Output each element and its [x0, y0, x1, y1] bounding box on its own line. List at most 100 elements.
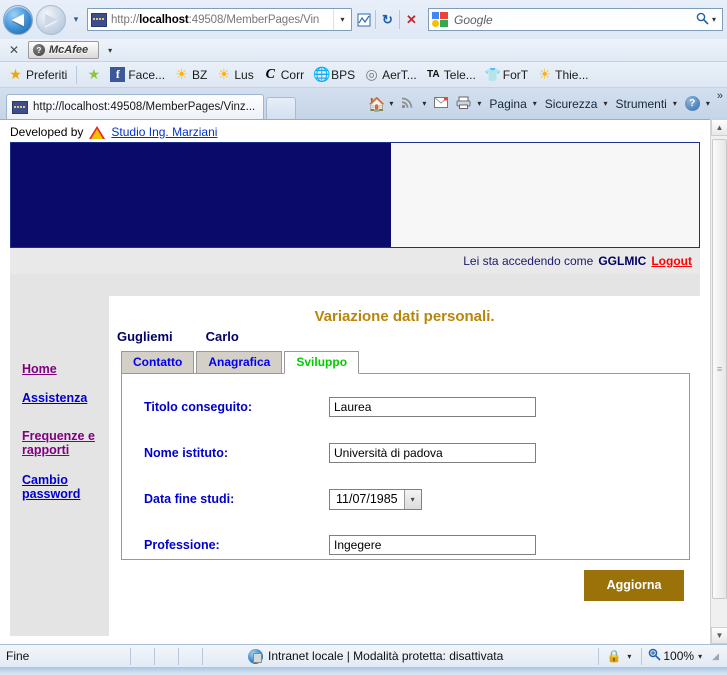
back-button[interactable]: ◀	[3, 4, 33, 35]
tools-menu-caret-icon[interactable]: ▾	[671, 99, 681, 108]
stop-button[interactable]: ✕	[400, 8, 423, 31]
window-resize-grip[interactable]: ◢	[708, 651, 719, 662]
tools-menu[interactable]: Strumenti	[612, 97, 669, 111]
sidebar-nav: Home Assistenza Frequenze e rapporti Cam…	[10, 274, 109, 636]
favorite-label: Face...	[128, 67, 166, 82]
tab-contatto[interactable]: Contatto	[121, 351, 195, 373]
page-body: Home Assistenza Frequenze e rapporti Cam…	[10, 274, 700, 636]
page-scrollbar-vertical[interactable]: ▲ ≡ ▼	[710, 119, 727, 644]
recent-pages-dropdown-icon[interactable]: ▾	[68, 14, 84, 25]
print-button[interactable]	[453, 96, 474, 111]
forward-button[interactable]: ▶	[36, 4, 66, 35]
favorite-item-thie[interactable]: ☀ Thie...	[534, 65, 591, 84]
favorite-item-aert[interactable]: ◎ AerT...	[361, 65, 420, 84]
address-bar[interactable]: http://localhost:49508/MemberPages/Vin ▾	[87, 8, 352, 31]
logout-link[interactable]: Logout	[651, 254, 692, 268]
mcafee-button[interactable]: ? McAfee	[28, 41, 100, 59]
status-cell	[154, 647, 178, 665]
compatibility-view-button[interactable]	[352, 8, 375, 31]
add-to-favorites-button[interactable]: ★	[83, 65, 104, 84]
favorites-button[interactable]: ★ Preferiti	[5, 65, 70, 84]
google-logo-icon	[432, 12, 449, 27]
search-input[interactable]: Google	[454, 13, 696, 27]
titolo-conseguito-input[interactable]	[329, 397, 536, 417]
ta-icon: TA	[426, 69, 440, 80]
new-tab-button[interactable]	[266, 97, 297, 119]
favorite-label: Thie...	[555, 67, 589, 82]
home-caret-icon[interactable]: ▾	[387, 99, 397, 108]
scrollbar-thumb[interactable]: ≡	[712, 139, 727, 599]
search-dropdown-icon[interactable]: ▾	[712, 15, 722, 24]
sidebar-item-home[interactable]: Home	[22, 362, 102, 376]
rss-icon	[401, 96, 416, 111]
login-username: GGLMIC	[598, 254, 647, 268]
scroll-down-button[interactable]: ▼	[711, 627, 727, 644]
protected-mode-icon[interactable]: 🔒	[605, 648, 623, 664]
form-footer: Aggiorna	[121, 560, 690, 610]
favorite-label: Lus	[234, 67, 254, 82]
favorite-item-bps[interactable]: 🌐 BPS	[310, 65, 358, 84]
search-icon[interactable]	[696, 12, 712, 28]
sidebar-item-frequenze-e-rapporti[interactable]: Frequenze e rapporti	[22, 429, 102, 458]
studio-marziani-link[interactable]: Studio Ing. Marziani	[111, 125, 217, 139]
refresh-button[interactable]: ↻	[376, 8, 399, 31]
site-favicon-icon	[91, 12, 107, 27]
browser-window: ◀ ▶ ▾ http://localhost:49508/MemberPages…	[0, 0, 727, 675]
print-icon	[456, 96, 471, 111]
tab-sviluppo[interactable]: Sviluppo	[284, 351, 360, 374]
sidebar-item-cambio-password[interactable]: Cambio password	[22, 473, 102, 502]
add-star-icon: ★	[87, 66, 101, 82]
zoom-icon[interactable]	[648, 648, 661, 664]
aggiorna-button[interactable]: Aggiorna	[584, 569, 684, 601]
zoom-caret-icon[interactable]: ▾	[696, 652, 706, 661]
professione-input[interactable]	[329, 535, 536, 555]
help-caret-icon[interactable]: ▾	[704, 99, 714, 108]
sun-icon: ☀	[538, 66, 551, 82]
data-fine-studi-select[interactable]: 11/07/1985 ▾	[329, 488, 422, 510]
favorite-item-corr[interactable]: C Corr	[260, 65, 307, 84]
favorite-label: BZ	[192, 67, 208, 82]
command-bar-overflow-icon[interactable]: »	[715, 90, 723, 102]
favorite-item-fort[interactable]: 👕 ForT	[482, 65, 531, 84]
mcafee-dropdown-icon[interactable]: ▾	[99, 46, 121, 55]
mail-button[interactable]	[431, 96, 452, 111]
nome-istituto-input[interactable]	[329, 443, 536, 463]
favorite-label: ForT	[502, 67, 529, 82]
status-cell	[202, 647, 226, 665]
favorite-label: AerT...	[382, 67, 417, 82]
magnifier-glyph	[696, 12, 709, 25]
security-zone[interactable]: Intranet locale | Modalità protetta: dis…	[248, 648, 503, 664]
facebook-icon: f	[110, 67, 126, 82]
feeds-button[interactable]	[398, 96, 419, 111]
favorite-item-facebook[interactable]: f Face...	[107, 65, 168, 84]
tab-anagrafica[interactable]: Anagrafica	[196, 351, 283, 373]
page-menu[interactable]: Pagina	[486, 97, 529, 111]
browser-tab-active[interactable]: http://localhost:49508/MemberPages/Vinz.…	[6, 94, 265, 119]
favorite-item-tele[interactable]: TA Tele...	[423, 65, 479, 84]
search-box[interactable]: Google ▾	[428, 8, 723, 31]
data-fine-studi-value: 11/07/1985	[336, 492, 398, 506]
page-menu-caret-icon[interactable]: ▾	[531, 99, 541, 108]
favorite-label: BPS	[331, 67, 356, 82]
sidebar-item-assistenza[interactable]: Assistenza	[22, 391, 102, 405]
zoom-level[interactable]: 100%	[663, 649, 694, 663]
security-menu-caret-icon[interactable]: ▾	[601, 99, 611, 108]
favorite-item-lus[interactable]: ☀ Lus	[213, 65, 256, 84]
address-bar-dropdown-icon[interactable]: ▾	[333, 9, 351, 30]
print-caret-icon[interactable]: ▾	[475, 99, 485, 108]
help-button[interactable]: ?	[682, 96, 703, 111]
corriere-icon: C	[265, 67, 275, 82]
security-menu[interactable]: Sicurezza	[542, 97, 601, 111]
protected-mode-caret-icon[interactable]: ▾	[625, 652, 635, 661]
feeds-caret-icon[interactable]: ▾	[420, 99, 430, 108]
status-divider	[598, 647, 600, 665]
home-button[interactable]: 🏠	[365, 96, 386, 112]
favorite-item-bz[interactable]: ☀ BZ	[171, 65, 210, 84]
field-label-professione: Professione:	[144, 538, 220, 552]
mcafee-badge-icon: ?	[33, 44, 45, 56]
mcafee-close-button[interactable]: ✕	[0, 43, 28, 57]
help-icon: ?	[684, 96, 700, 111]
scroll-up-button[interactable]: ▲	[711, 119, 727, 136]
status-bar-right: 🔒 ▾ 100% ▾ ◢	[594, 647, 727, 665]
chevron-down-icon[interactable]: ▾	[403, 489, 421, 509]
